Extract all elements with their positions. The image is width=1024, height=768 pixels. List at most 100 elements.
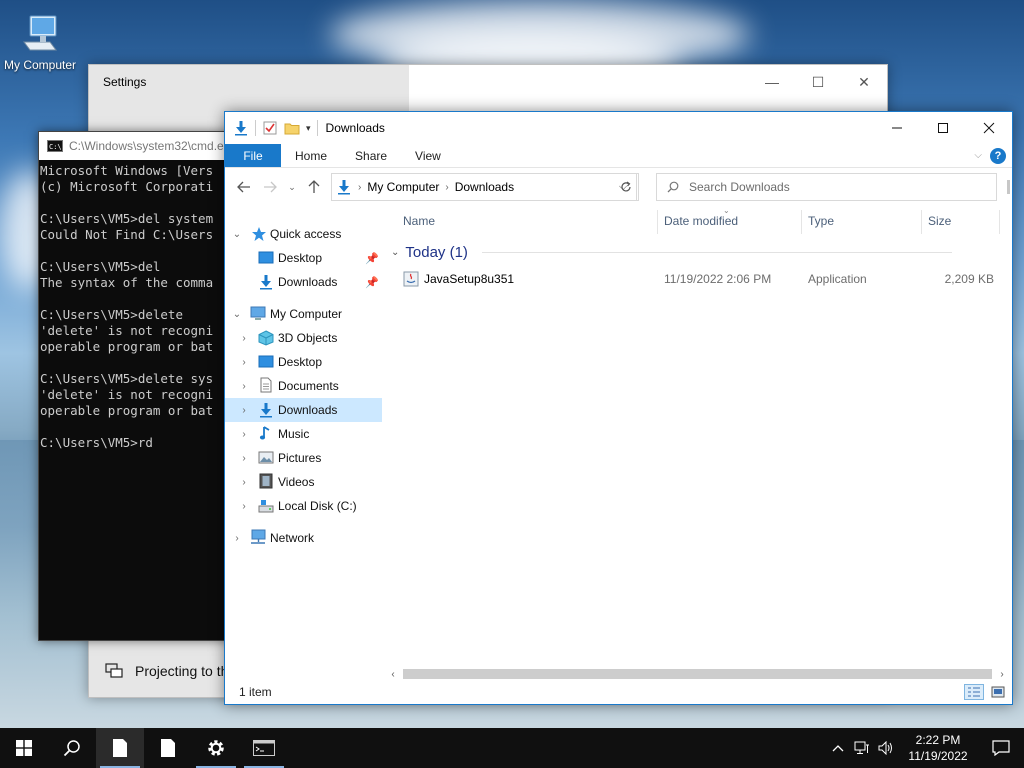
show-hidden-icons-button[interactable] xyxy=(826,744,850,752)
tab-home[interactable]: Home xyxy=(281,144,341,167)
group-header-today[interactable]: ⌄ Today (1) xyxy=(391,244,952,261)
tab-view[interactable]: View xyxy=(401,144,455,167)
explorer-titlebar[interactable]: ▾ Downloads xyxy=(225,112,1012,144)
vertical-scrollbar[interactable] xyxy=(1006,172,1012,642)
search-button[interactable] xyxy=(48,728,96,768)
settings-titlebar[interactable]: Settings — ☐ ✕ xyxy=(89,65,887,99)
settings-minimize-button[interactable]: — xyxy=(749,66,795,98)
expand-chevron-icon[interactable]: › xyxy=(237,357,251,368)
chevron-up-icon xyxy=(832,745,844,752)
horizontal-scroll-thumb[interactable] xyxy=(403,669,992,679)
taskbar-file-button[interactable] xyxy=(144,728,192,768)
volume-tray-button[interactable] xyxy=(874,741,898,755)
breadcrumb-chevron-icon[interactable]: › xyxy=(445,182,448,193)
nav-label: Network xyxy=(270,531,315,545)
settings-projecting-item[interactable]: Projecting to th xyxy=(105,663,228,679)
breadcrumb-my-computer[interactable]: My Computer xyxy=(367,180,439,194)
nav-quick-access[interactable]: ⌄ Quick access xyxy=(225,222,382,246)
forward-button[interactable] xyxy=(259,176,281,198)
tab-file[interactable]: File xyxy=(225,144,281,167)
nav-network[interactable]: › Network xyxy=(225,526,382,550)
network-icon xyxy=(251,529,266,544)
details-view-button[interactable] xyxy=(964,684,984,700)
collapse-chevron-icon[interactable]: ⌄ xyxy=(230,309,244,320)
pin-icon: 📌 xyxy=(365,252,379,265)
address-bar[interactable]: › My Computer › Downloads ⌵ xyxy=(331,173,637,201)
explorer-close-button[interactable] xyxy=(966,112,1012,144)
recent-locations-chevron-icon[interactable]: ⌄ xyxy=(285,176,299,198)
column-header-size[interactable]: Size xyxy=(928,214,951,228)
nav-downloads[interactable]: › Downloads xyxy=(225,398,382,422)
nav-label: My Computer xyxy=(270,307,343,321)
column-header-type[interactable]: Type xyxy=(808,214,834,228)
pin-icon: 📌 xyxy=(365,276,379,289)
nav-local-disk[interactable]: › Local Disk (C:) xyxy=(225,494,382,518)
nav-desktop[interactable]: › Desktop xyxy=(225,350,382,374)
explorer-maximize-button[interactable] xyxy=(920,112,966,144)
explorer-minimize-button[interactable] xyxy=(874,112,920,144)
search-box[interactable] xyxy=(656,173,997,201)
search-input[interactable] xyxy=(689,180,969,194)
refresh-button[interactable] xyxy=(613,173,639,201)
nav-3d-objects[interactable]: › 3D Objects xyxy=(225,326,382,350)
minimize-icon xyxy=(892,127,902,129)
nav-label: Downloads xyxy=(278,275,338,289)
pictures-icon xyxy=(258,451,274,464)
up-button[interactable] xyxy=(303,176,325,198)
column-header-name[interactable]: Name xyxy=(403,214,435,228)
action-center-button[interactable] xyxy=(978,740,1024,756)
customize-qat-chevron-icon[interactable]: ▾ xyxy=(306,123,311,134)
settings-maximize-button[interactable]: ☐ xyxy=(795,66,841,98)
start-button[interactable] xyxy=(0,728,48,768)
videos-icon xyxy=(259,473,273,489)
svg-text:C:\: C:\ xyxy=(49,143,62,151)
nav-label: Pictures xyxy=(278,451,322,465)
nav-documents[interactable]: › Documents xyxy=(225,374,382,398)
expand-chevron-icon[interactable]: › xyxy=(237,381,251,392)
expand-chevron-icon[interactable]: › xyxy=(230,533,244,544)
nav-qa-downloads[interactable]: Downloads 📌 xyxy=(225,270,382,294)
java-setup-icon xyxy=(403,271,419,287)
settings-close-button[interactable]: ✕ xyxy=(841,66,887,98)
breadcrumb-downloads[interactable]: Downloads xyxy=(455,180,514,194)
tab-share[interactable]: Share xyxy=(341,144,401,167)
desktop-icon xyxy=(258,251,274,264)
back-button[interactable] xyxy=(233,176,255,198)
desktop-icon-label: My Computer xyxy=(3,58,77,72)
taskbar-cmd-button[interactable] xyxy=(240,728,288,768)
collapse-chevron-icon[interactable]: ⌄ xyxy=(230,229,244,240)
large-icons-view-button[interactable] xyxy=(988,684,1008,700)
nav-music[interactable]: › Music xyxy=(225,422,382,446)
nav-pictures[interactable]: › Pictures xyxy=(225,446,382,470)
new-folder-icon[interactable] xyxy=(284,120,300,136)
nav-label: Desktop xyxy=(278,251,323,265)
expand-chevron-icon[interactable]: › xyxy=(237,429,251,440)
file-row[interactable]: JavaSetup8u351 11/19/2022 2:06 PM Applic… xyxy=(385,266,1010,292)
cmd-icon: C:\ xyxy=(47,140,63,152)
nav-label: Downloads xyxy=(278,403,338,417)
properties-icon[interactable] xyxy=(262,120,278,136)
nav-videos[interactable]: › Videos xyxy=(225,470,382,494)
expand-chevron-icon[interactable]: › xyxy=(237,333,251,344)
network-tray-button[interactable] xyxy=(850,741,874,755)
taskbar-file-explorer-button[interactable] xyxy=(96,728,144,768)
expand-ribbon-chevron-icon[interactable]: ⌵ xyxy=(974,150,982,161)
expand-chevron-icon[interactable]: › xyxy=(237,453,251,464)
explorer-title: Downloads xyxy=(325,121,385,135)
file-name: JavaSetup8u351 xyxy=(424,272,515,286)
explorer-window[interactable]: ▾ Downloads File Home Share View ⌵ ? ⌄ ›… xyxy=(224,111,1013,705)
collapse-chevron-icon[interactable]: ⌄ xyxy=(391,247,399,258)
nav-qa-desktop[interactable]: Desktop 📌 xyxy=(225,246,382,270)
help-button[interactable]: ? xyxy=(990,147,1006,164)
taskbar-settings-button[interactable] xyxy=(192,728,240,768)
breadcrumb-chevron-icon[interactable]: › xyxy=(358,182,361,193)
nav-my-computer[interactable]: ⌄ My Computer xyxy=(225,302,382,326)
expand-chevron-icon[interactable]: › xyxy=(237,501,251,512)
column-header-date-modified[interactable]: Date modified xyxy=(664,214,738,228)
desktop-icon-my-computer[interactable]: My Computer xyxy=(0,6,80,72)
file-list[interactable]: Name ⌄ Date modified Type Size ⌄ Today (… xyxy=(385,204,1012,674)
clock[interactable]: 2:22 PM 11/19/2022 xyxy=(898,732,978,764)
expand-chevron-icon[interactable]: › xyxy=(237,477,251,488)
expand-chevron-icon[interactable]: › xyxy=(237,405,251,416)
downloads-icon xyxy=(260,403,272,418)
